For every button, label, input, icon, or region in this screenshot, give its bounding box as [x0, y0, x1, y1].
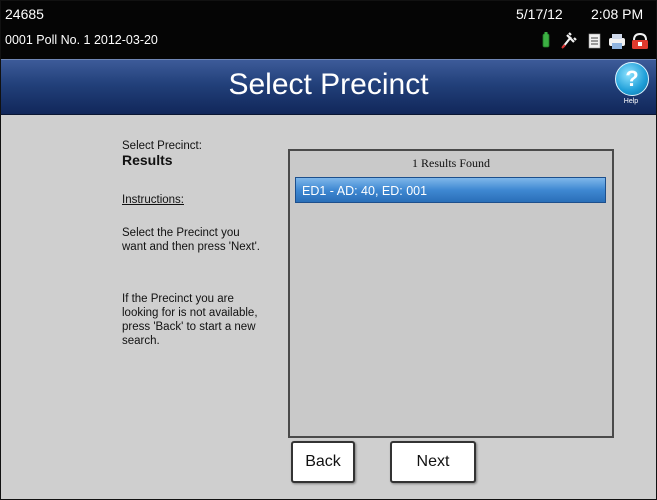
document-icon: [588, 33, 601, 49]
battery-icon: [542, 32, 550, 48]
status-bar: 24685 0001 Poll No. 1 2012-03-20 5/17/12…: [1, 1, 656, 59]
list-item[interactable]: ED1 - AD: 40, ED: 001: [295, 177, 606, 203]
instructions-heading: Instructions:: [122, 194, 184, 206]
back-button[interactable]: Back: [291, 441, 355, 483]
help-icon: ?: [615, 62, 649, 96]
results-label: Results: [122, 152, 173, 168]
page-title: Select Precinct: [228, 68, 429, 101]
plug-icon: [561, 32, 577, 49]
title-bar: Select Precinct ? Help: [1, 59, 656, 115]
status-icons: [542, 32, 648, 49]
results-list: 1 Results Found ED1 - AD: 40, ED: 001: [288, 149, 614, 438]
help-button[interactable]: ? Help: [611, 62, 651, 110]
instructions-paragraph-1: Select the Precinct you want and then pr…: [122, 227, 260, 253]
results-count: 1 Results Found: [411, 156, 490, 170]
screen: 24685 0001 Poll No. 1 2012-03-20 5/17/12…: [0, 0, 657, 500]
lock-icon: [632, 32, 648, 49]
status-date: 5/17/12: [516, 6, 563, 22]
help-label: Help: [623, 98, 639, 105]
printer-icon: [609, 34, 625, 49]
poll-info: 0001 Poll No. 1 2012-03-20: [5, 33, 158, 47]
instructions-paragraph-2: If the Precinct you are looking for is n…: [122, 293, 258, 347]
status-time: 2:08 PM: [591, 6, 644, 22]
unit-id: 24685: [5, 6, 44, 22]
next-button[interactable]: Next: [390, 441, 476, 483]
select-precinct-label: Select Precinct:: [122, 140, 202, 152]
